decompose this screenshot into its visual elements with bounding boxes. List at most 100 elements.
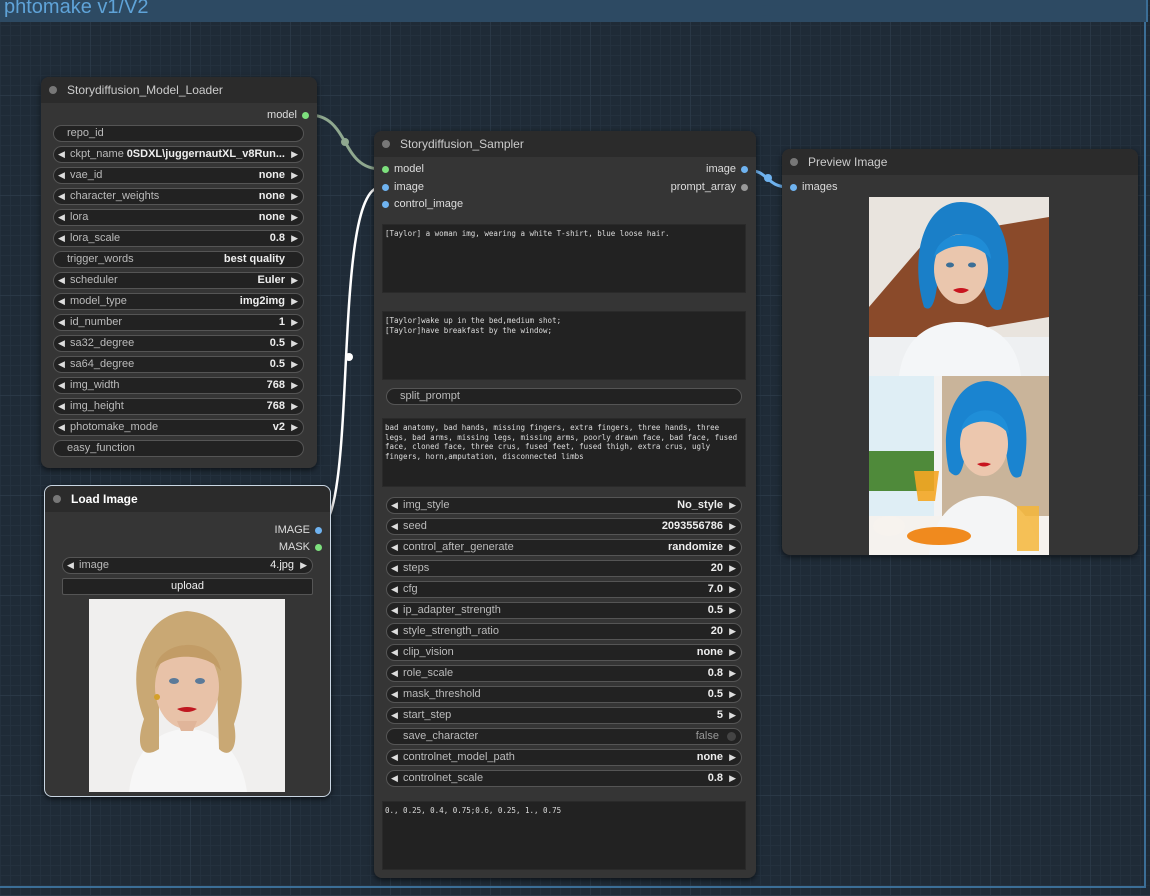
arrow-left-icon[interactable]: ◀	[391, 540, 398, 555]
input-slot-images[interactable]: images	[790, 181, 837, 193]
arrow-left-icon[interactable]: ◀	[58, 147, 65, 162]
widget-repo-id[interactable]: repo_id	[53, 125, 304, 142]
input-slot-image[interactable]: image	[382, 181, 424, 193]
arrow-left-icon[interactable]: ◀	[58, 399, 65, 414]
widget-sa64-degree[interactable]: ◀ sa64_degree 0.5 ▶	[53, 356, 304, 373]
arrow-right-icon[interactable]: ▶	[729, 666, 736, 681]
arrow-left-icon[interactable]: ◀	[391, 687, 398, 702]
widget-ckpt-name[interactable]: ◀ ckpt_name 0SDXL\juggernautXL_v8Run... ▶	[53, 146, 304, 163]
split-prompt-field[interactable]: split_prompt	[386, 388, 742, 405]
widget-mask-threshold[interactable]: ◀ mask_threshold 0.5 ▶	[386, 686, 742, 703]
arrow-right-icon[interactable]: ▶	[729, 771, 736, 786]
widget-scheduler[interactable]: ◀ scheduler Euler ▶	[53, 272, 304, 289]
widget-style-strength-ratio[interactable]: ◀ style_strength_ratio 20 ▶	[386, 623, 742, 640]
collapse-dot-icon[interactable]	[382, 140, 390, 148]
arrow-right-icon[interactable]: ▶	[729, 540, 736, 555]
widget-controlnet-model-path[interactable]: ◀ controlnet_model_path none ▶	[386, 749, 742, 766]
arrow-right-icon[interactable]: ▶	[729, 582, 736, 597]
preview-image-1[interactable]	[869, 197, 1049, 376]
arrow-right-icon[interactable]: ▶	[291, 315, 298, 330]
arrow-left-icon[interactable]: ◀	[58, 294, 65, 309]
arrow-left-icon[interactable]: ◀	[391, 582, 398, 597]
arrow-left-icon[interactable]: ◀	[58, 357, 65, 372]
widget-role-scale[interactable]: ◀ role_scale 0.8 ▶	[386, 665, 742, 682]
arrow-left-icon[interactable]: ◀	[67, 558, 74, 573]
output-slot-image[interactable]: image	[706, 163, 748, 175]
widget-lora-scale[interactable]: ◀ lora_scale 0.8 ▶	[53, 230, 304, 247]
arrow-right-icon[interactable]: ▶	[291, 168, 298, 183]
arrow-right-icon[interactable]: ▶	[729, 687, 736, 702]
arrow-left-icon[interactable]: ◀	[58, 168, 65, 183]
upload-button[interactable]: upload	[62, 578, 313, 595]
arrow-left-icon[interactable]: ◀	[391, 771, 398, 786]
node-model-loader[interactable]: Storydiffusion_Model_Loader model repo_i…	[41, 77, 317, 468]
arrow-left-icon[interactable]: ◀	[58, 189, 65, 204]
arrow-right-icon[interactable]: ▶	[729, 645, 736, 660]
arrow-left-icon[interactable]: ◀	[58, 315, 65, 330]
widget-character-weights[interactable]: ◀ character_weights none ▶	[53, 188, 304, 205]
arrow-right-icon[interactable]: ▶	[291, 336, 298, 351]
arrow-left-icon[interactable]: ◀	[58, 210, 65, 225]
arrow-left-icon[interactable]: ◀	[391, 645, 398, 660]
negative-prompt-textarea[interactable]: bad anatomy, bad hands, missing fingers,…	[382, 418, 746, 487]
widget-photomake-mode[interactable]: ◀ photomake_mode v2 ▶	[53, 419, 304, 436]
arrow-right-icon[interactable]: ▶	[291, 357, 298, 372]
node-title-bar[interactable]: Storydiffusion_Sampler	[374, 131, 756, 157]
arrow-right-icon[interactable]: ▶	[729, 708, 736, 723]
toggle-knob-icon[interactable]	[727, 732, 736, 741]
widget-trigger-words[interactable]: trigger_words best quality	[53, 251, 304, 268]
arrow-left-icon[interactable]: ◀	[391, 603, 398, 618]
arrow-right-icon[interactable]: ▶	[291, 231, 298, 246]
arrow-right-icon[interactable]: ▶	[291, 378, 298, 393]
widget-id-number[interactable]: ◀ id_number 1 ▶	[53, 314, 304, 331]
arrow-right-icon[interactable]: ▶	[291, 420, 298, 435]
scene-prompts-textarea[interactable]: [Taylor]wake up in the bed,medium shot; …	[382, 311, 746, 380]
widget-control-after-generate[interactable]: ◀ control_after_generate randomize ▶	[386, 539, 742, 556]
arrow-left-icon[interactable]: ◀	[58, 378, 65, 393]
input-slot-control-image[interactable]: control_image	[382, 198, 463, 210]
arrow-left-icon[interactable]: ◀	[58, 420, 65, 435]
arrow-right-icon[interactable]: ▶	[291, 294, 298, 309]
arrow-right-icon[interactable]: ▶	[291, 189, 298, 204]
node-title-bar[interactable]: Storydiffusion_Model_Loader	[41, 77, 317, 103]
preview-image-2[interactable]	[869, 376, 1049, 555]
input-slot-model[interactable]: model	[382, 163, 424, 175]
widget-clip-vision[interactable]: ◀ clip_vision none ▶	[386, 644, 742, 661]
arrow-left-icon[interactable]: ◀	[391, 666, 398, 681]
arrow-right-icon[interactable]: ▶	[291, 210, 298, 225]
output-pin-icon[interactable]	[741, 183, 748, 191]
collapse-dot-icon[interactable]	[49, 86, 57, 94]
widget-model-type[interactable]: ◀ model_type img2img ▶	[53, 293, 304, 310]
arrow-left-icon[interactable]: ◀	[58, 336, 65, 351]
widget-vae-id[interactable]: ◀ vae_id none ▶	[53, 167, 304, 184]
image-select[interactable]: ◀ image 4.jpg ▶	[62, 557, 313, 574]
node-sampler[interactable]: Storydiffusion_Sampler model image contr…	[374, 131, 756, 878]
arrow-left-icon[interactable]: ◀	[391, 708, 398, 723]
widget-lora[interactable]: ◀ lora none ▶	[53, 209, 304, 226]
arrow-right-icon[interactable]: ▶	[729, 624, 736, 639]
widget-img-width[interactable]: ◀ img_width 768 ▶	[53, 377, 304, 394]
arrow-right-icon[interactable]: ▶	[729, 750, 736, 765]
arrow-left-icon[interactable]: ◀	[391, 624, 398, 639]
output-pin-icon[interactable]	[302, 111, 309, 119]
character-prompt-textarea[interactable]: [Taylor] a woman img, wearing a white T-…	[382, 224, 746, 293]
widget-start-step[interactable]: ◀ start_step 5 ▶	[386, 707, 742, 724]
node-title-bar[interactable]: Load Image	[45, 486, 330, 512]
widget-img-style[interactable]: ◀ img_style No_style ▶	[386, 497, 742, 514]
output-slot-model[interactable]: model	[267, 109, 309, 121]
output-pin-icon[interactable]	[741, 165, 748, 173]
widget-ip-adapter-strength[interactable]: ◀ ip_adapter_strength 0.5 ▶	[386, 602, 742, 619]
arrow-left-icon[interactable]: ◀	[58, 273, 65, 288]
output-pin-icon[interactable]	[315, 543, 322, 551]
collapse-dot-icon[interactable]	[53, 495, 61, 503]
arrow-right-icon[interactable]: ▶	[729, 603, 736, 618]
widget-img-height[interactable]: ◀ img_height 768 ▶	[53, 398, 304, 415]
arrow-right-icon[interactable]: ▶	[300, 558, 307, 573]
output-pin-icon[interactable]	[315, 526, 322, 534]
input-pin-icon[interactable]	[382, 183, 389, 191]
bottom-textarea[interactable]: 0., 0.25, 0.4, 0.75;0.6, 0.25, 1., 0.75	[382, 801, 746, 870]
collapse-dot-icon[interactable]	[790, 158, 798, 166]
arrow-right-icon[interactable]: ▶	[291, 273, 298, 288]
arrow-left-icon[interactable]: ◀	[391, 519, 398, 534]
widget-seed[interactable]: ◀ seed 2093556786 ▶	[386, 518, 742, 535]
